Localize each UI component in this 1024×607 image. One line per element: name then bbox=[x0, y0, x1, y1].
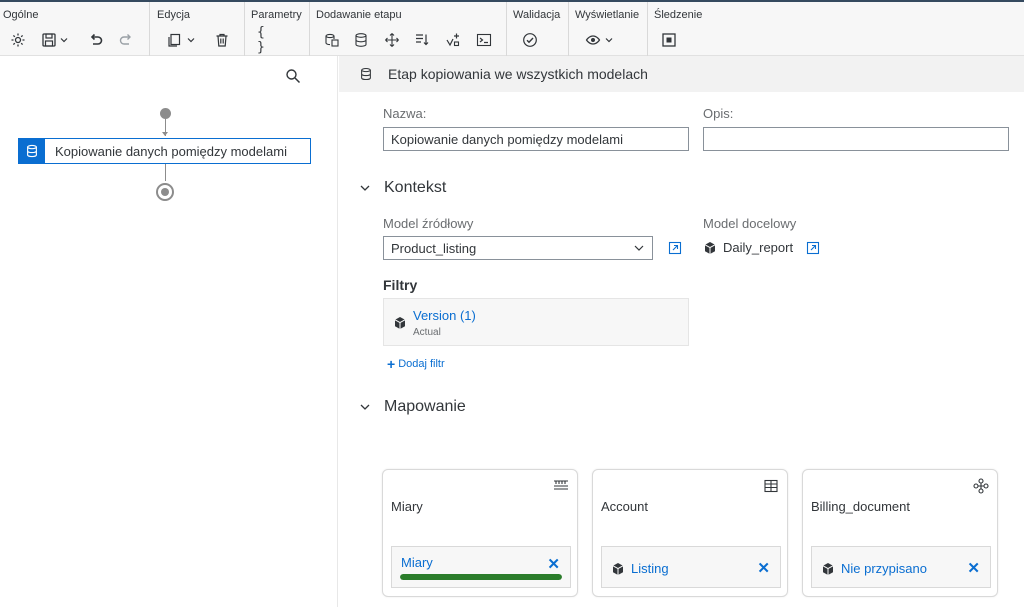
braces-icon[interactable]: { } bbox=[257, 25, 279, 55]
dimension-icon bbox=[763, 478, 779, 494]
add-icon: + bbox=[387, 356, 396, 372]
database-icon bbox=[19, 139, 45, 163]
chevron-down-icon bbox=[358, 181, 372, 195]
toolbar-group-label: Dodawanie etapu bbox=[316, 9, 402, 21]
filter-item[interactable]: Version (1) Actual bbox=[383, 298, 689, 346]
flow-arrow bbox=[162, 132, 168, 136]
toolbar-group-label: Parametry bbox=[251, 9, 302, 21]
context-title: Kontekst bbox=[384, 179, 447, 196]
card-title: Miary bbox=[391, 499, 423, 514]
open-external-icon[interactable] bbox=[804, 239, 822, 257]
open-external-icon[interactable] bbox=[666, 239, 684, 257]
mapping-chip[interactable]: Nie przypisano ✕ bbox=[811, 546, 991, 588]
close-icon[interactable]: ✕ bbox=[967, 559, 980, 577]
measure-icon bbox=[553, 478, 569, 494]
toolbar-group-edit: Edycja bbox=[149, 2, 243, 56]
toolbar-group-display: Wyświetlanie bbox=[568, 2, 646, 56]
mapping-chip[interactable]: Miary ✕ bbox=[391, 546, 571, 588]
add-filter-button[interactable]: + Dodaj filtr bbox=[387, 356, 445, 372]
chip-label: Miary bbox=[401, 555, 433, 570]
mapping-card-account[interactable]: Account Listing ✕ bbox=[592, 469, 788, 597]
context-section-header[interactable]: Kontekst bbox=[358, 179, 446, 197]
flow-step-node[interactable]: Kopiowanie danych pomiędzy modelami bbox=[18, 138, 311, 164]
name-label: Nazwa: bbox=[383, 106, 427, 121]
validate-icon[interactable] bbox=[519, 29, 541, 51]
move-icon[interactable] bbox=[381, 29, 403, 51]
script-icon[interactable] bbox=[473, 29, 495, 51]
chip-label: Nie przypisano bbox=[841, 561, 927, 576]
flow-canvas: Kopiowanie danych pomiędzy modelami bbox=[0, 56, 338, 607]
cube-icon bbox=[611, 562, 625, 576]
trace-icon[interactable] bbox=[658, 29, 680, 51]
description-label: Opis: bbox=[703, 106, 734, 121]
toolbar-group-label: Wyświetlanie bbox=[575, 9, 640, 21]
filter-value: Actual bbox=[413, 327, 441, 338]
description-field[interactable] bbox=[703, 127, 1009, 151]
filter-name[interactable]: Version (1) bbox=[413, 308, 476, 323]
cube-icon bbox=[703, 241, 717, 255]
toolbar-group-add-step: Dodawanie etapu bbox=[309, 2, 505, 56]
source-model-select[interactable]: Product_listing bbox=[383, 236, 653, 260]
toolbar: Ogólne Edycja Parametry { } Dodawanie et… bbox=[0, 0, 1024, 56]
chevron-down-icon[interactable] bbox=[602, 29, 616, 51]
flow-end-node bbox=[156, 183, 174, 201]
mapping-card-measures[interactable]: Miary Miary ✕ bbox=[382, 469, 578, 597]
progress-bar bbox=[400, 574, 562, 580]
panel-header: Etap kopiowania we wszystkich modelach bbox=[339, 56, 1024, 92]
toolbar-group-label: Walidacja bbox=[513, 9, 561, 21]
toolbar-group-label: Edycja bbox=[157, 9, 191, 21]
undo-icon[interactable] bbox=[85, 29, 107, 51]
toolbar-group-validation: Walidacja bbox=[506, 2, 567, 56]
copy-icon[interactable] bbox=[163, 29, 185, 51]
eye-icon[interactable] bbox=[582, 29, 604, 51]
card-title: Billing_document bbox=[811, 499, 911, 514]
mapping-title: Mapowanie bbox=[384, 398, 466, 415]
add-filter-label: Dodaj filtr bbox=[398, 358, 445, 370]
flow-connector bbox=[165, 164, 166, 181]
panel-title: Etap kopiowania we wszystkich modelach bbox=[388, 66, 648, 82]
properties-panel: Etap kopiowania we wszystkich modelach N… bbox=[339, 56, 1024, 607]
delete-icon[interactable] bbox=[211, 29, 233, 51]
copy-model-icon[interactable] bbox=[321, 29, 343, 51]
close-icon[interactable]: ✕ bbox=[547, 555, 560, 573]
toolbar-group-label: Śledzenie bbox=[654, 9, 703, 21]
mapping-chip[interactable]: Listing ✕ bbox=[601, 546, 781, 588]
settings-icon[interactable] bbox=[7, 29, 29, 51]
database-icon[interactable] bbox=[350, 29, 372, 51]
chip-label: Listing bbox=[631, 561, 669, 576]
close-icon[interactable]: ✕ bbox=[757, 559, 770, 577]
cube-icon bbox=[821, 562, 835, 576]
search-icon[interactable] bbox=[285, 68, 305, 88]
target-model: Daily_report bbox=[703, 240, 793, 255]
source-model-value: Product_listing bbox=[391, 240, 477, 256]
chevron-down-icon[interactable] bbox=[184, 29, 198, 51]
redo-icon[interactable] bbox=[115, 29, 137, 51]
progress-fill bbox=[400, 574, 562, 580]
mapping-section-header[interactable]: Mapowanie bbox=[358, 398, 466, 416]
toolbar-group-general: Ogólne bbox=[0, 2, 148, 56]
target-model-label: Model docelowy bbox=[703, 216, 797, 231]
mapping-card-billing-document[interactable]: Billing_document Nie przypisano ✕ bbox=[802, 469, 998, 597]
chevron-down-icon bbox=[633, 242, 645, 254]
flow-step-label: Kopiowanie danych pomiędzy modelami bbox=[55, 143, 287, 159]
database-icon bbox=[359, 67, 373, 81]
calculation-icon[interactable] bbox=[442, 29, 464, 51]
toolbar-group-tracing: Śledzenie bbox=[647, 2, 717, 56]
target-model-value: Daily_report bbox=[723, 240, 794, 255]
chevron-down-icon bbox=[358, 400, 372, 414]
hierarchy-icon bbox=[973, 478, 989, 494]
name-value: Kopiowanie danych pomiędzy modelami bbox=[391, 131, 623, 147]
card-title: Account bbox=[601, 499, 648, 514]
filters-title: Filtry bbox=[383, 277, 418, 293]
flow-start-node bbox=[160, 108, 171, 119]
toolbar-group-parameters: Parametry { } bbox=[244, 2, 308, 56]
source-model-label: Model źródłowy bbox=[383, 216, 474, 231]
chevron-down-icon[interactable] bbox=[57, 29, 71, 51]
sort-down-icon[interactable] bbox=[411, 29, 433, 51]
toolbar-group-label: Ogólne bbox=[3, 9, 39, 21]
name-field[interactable]: Kopiowanie danych pomiędzy modelami bbox=[383, 127, 689, 151]
cube-icon bbox=[393, 316, 407, 330]
